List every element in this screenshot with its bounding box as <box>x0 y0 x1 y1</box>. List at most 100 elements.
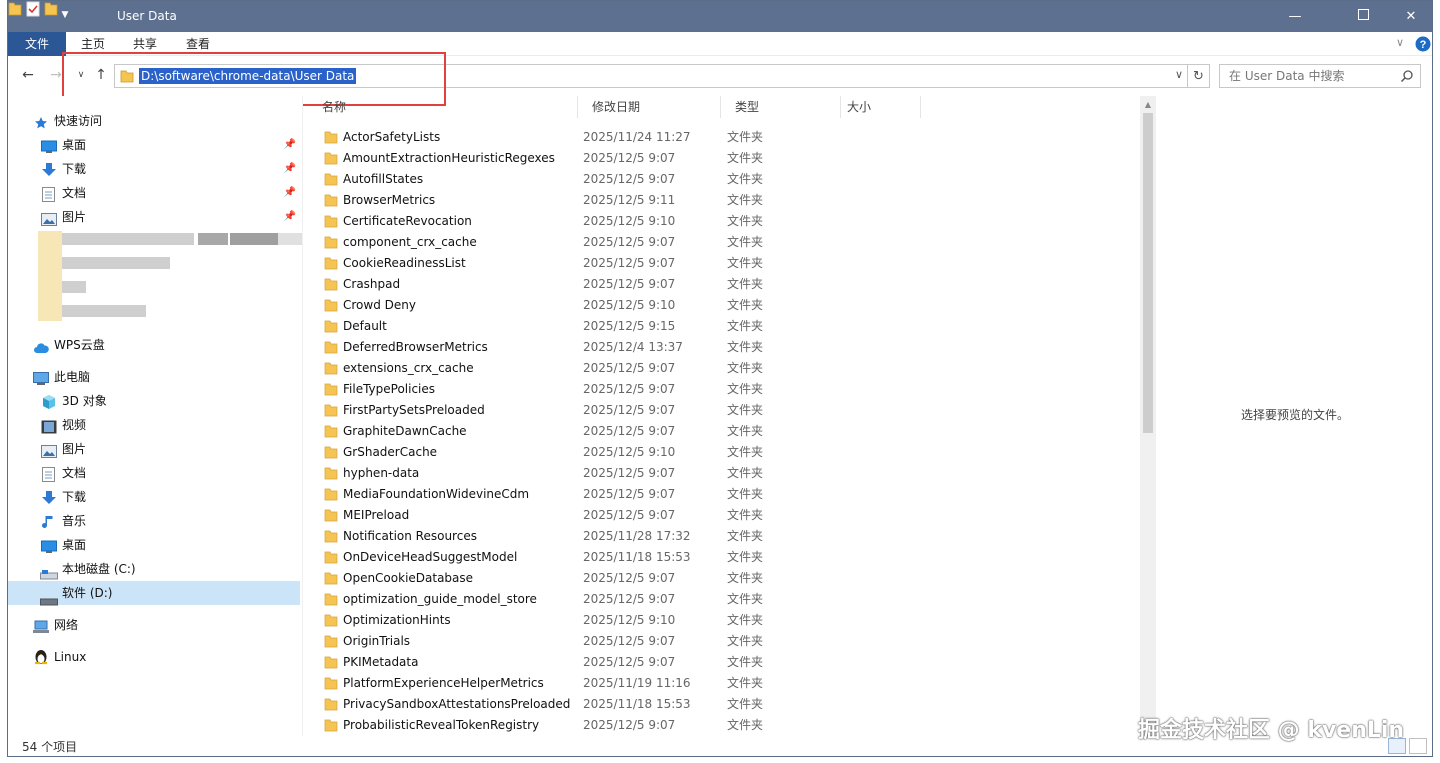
table-row[interactable]: OnDeviceHeadSuggestModel 2025/11/18 15:53… <box>308 547 1138 568</box>
pin-icon[interactable]: 📌 <box>284 157 296 181</box>
file-name[interactable]: DeferredBrowserMetrics <box>343 337 488 358</box>
file-name[interactable]: MediaFoundationWidevineCdm <box>343 484 529 505</box>
table-row[interactable]: DeferredBrowserMetrics 2025/12/4 13:37 文件夹 <box>308 337 1138 358</box>
file-name[interactable]: optimization_guide_model_store <box>343 589 537 610</box>
sidebar-item-drive-c[interactable]: 本地磁盘 (C:) <box>8 557 300 581</box>
sidebar-item-wps-cloud[interactable]: WPS云盘 <box>8 333 300 357</box>
table-row[interactable]: MediaFoundationWidevineCdm 2025/12/5 9:07… <box>308 484 1138 505</box>
table-row[interactable]: PlatformExperienceHelperMetrics 2025/11/1… <box>308 673 1138 694</box>
sidebar-item-drive-d[interactable]: 软件 (D:) <box>8 581 300 606</box>
table-row[interactable]: MEIPreload 2025/12/5 9:07 文件夹 <box>308 505 1138 526</box>
sidebar-item-pictures-pc[interactable]: 图片 <box>8 437 300 461</box>
tab-home[interactable]: 主页 <box>74 32 112 56</box>
file-name[interactable]: GraphiteDawnCache <box>343 421 467 442</box>
file-name[interactable]: CertificateRevocation <box>343 211 472 232</box>
table-row[interactable]: ProbabilisticRevealTokenRegistry 2025/12/… <box>308 715 1138 736</box>
file-name[interactable]: component_crx_cache <box>343 232 477 253</box>
table-row[interactable]: AutofillStates 2025/12/5 9:07 文件夹 <box>308 169 1138 190</box>
table-row[interactable]: OptimizationHints 2025/12/5 9:10 文件夹 <box>308 610 1138 631</box>
column-header-name[interactable]: 名称 <box>308 96 578 118</box>
table-row[interactable]: OpenCookieDatabase 2025/12/5 9:07 文件夹 <box>308 568 1138 589</box>
back-button[interactable]: ← <box>19 66 37 84</box>
file-name[interactable]: AmountExtractionHeuristicRegexes <box>343 148 555 169</box>
file-name[interactable]: PlatformExperienceHelperMetrics <box>343 673 544 694</box>
sidebar-item-downloads[interactable]: 下载 📌 <box>8 157 300 181</box>
file-name[interactable]: GrShaderCache <box>343 442 437 463</box>
sidebar-item-music[interactable]: 音乐 <box>8 509 300 533</box>
large-icons-view-icon[interactable] <box>1409 738 1427 754</box>
column-header-size[interactable]: 大小 <box>841 96 921 118</box>
file-name[interactable]: OptimizationHints <box>343 610 451 631</box>
sidebar-item-downloads-pc[interactable]: 下载 <box>8 485 300 509</box>
file-name[interactable]: AutofillStates <box>343 169 423 190</box>
file-name[interactable]: MEIPreload <box>343 505 409 526</box>
table-row[interactable]: extensions_crx_cache 2025/12/5 9:07 文件夹 <box>308 358 1138 379</box>
table-row[interactable]: Crashpad 2025/12/5 9:07 文件夹 <box>308 274 1138 295</box>
table-row[interactable]: FileTypePolicies 2025/12/5 9:07 文件夹 <box>308 379 1138 400</box>
refresh-button[interactable]: ↻ <box>1188 64 1210 88</box>
table-row[interactable]: component_crx_cache 2025/12/5 9:07 文件夹 <box>308 232 1138 253</box>
table-row[interactable]: GrShaderCache 2025/12/5 9:10 文件夹 <box>308 442 1138 463</box>
table-row[interactable]: Notification Resources 2025/11/28 17:32 文件… <box>308 526 1138 547</box>
table-row[interactable]: Default 2025/12/5 9:15 文件夹 <box>308 316 1138 337</box>
file-name[interactable]: ProbabilisticRevealTokenRegistry <box>343 715 539 736</box>
tab-file[interactable]: 文件 <box>8 32 66 56</box>
file-name[interactable]: hyphen-data <box>343 463 419 484</box>
file-name[interactable]: extensions_crx_cache <box>343 358 474 379</box>
sidebar-item-this-pc[interactable]: 此电脑 <box>8 365 300 389</box>
expand-ribbon-icon[interactable]: ∨ <box>1396 36 1404 49</box>
forward-button[interactable]: → <box>47 66 65 84</box>
file-name[interactable]: OpenCookieDatabase <box>343 568 473 589</box>
minimize-button[interactable]: — <box>1272 1 1318 32</box>
file-name[interactable]: Default <box>343 316 387 337</box>
address-bar[interactable]: D:\software\chrome-data\User Data ∨ <box>114 64 1188 88</box>
sidebar-item-network[interactable]: 网络 <box>8 613 300 637</box>
sidebar-item-3d-objects[interactable]: 3D 对象 <box>8 389 300 413</box>
file-name[interactable]: PKIMetadata <box>343 652 418 673</box>
pin-icon[interactable]: 📌 <box>284 181 296 205</box>
pin-icon[interactable]: 📌 <box>284 205 296 229</box>
sidebar-item-quick-access[interactable]: 快速访问 <box>8 109 300 133</box>
file-name[interactable]: PrivacySandboxAttestationsPreloaded <box>343 694 570 715</box>
properties-icon[interactable] <box>26 1 44 20</box>
column-header-type[interactable]: 类型 <box>721 96 841 118</box>
sidebar-item-pictures[interactable]: 图片 📌 <box>8 205 300 229</box>
tab-view[interactable]: 查看 <box>179 32 217 56</box>
scroll-up-icon[interactable]: ▲ <box>1140 96 1156 112</box>
file-name[interactable]: OnDeviceHeadSuggestModel <box>343 547 517 568</box>
file-name[interactable]: ActorSafetyLists <box>343 127 440 148</box>
close-button[interactable]: ✕ <box>1388 1 1432 32</box>
sidebar-item-documents[interactable]: 文档 📌 <box>8 181 300 205</box>
sidebar-item-desktop-pc[interactable]: 桌面 <box>8 533 300 557</box>
chevron-down-icon[interactable]: ∨ <box>1175 68 1183 81</box>
table-row[interactable]: PrivacySandboxAttestationsPreloaded 2025/… <box>308 694 1138 715</box>
sidebar-item-documents-pc[interactable]: 文档 <box>8 461 300 485</box>
table-row[interactable]: CertificateRevocation 2025/12/5 9:10 文件夹 <box>308 211 1138 232</box>
file-name[interactable]: CookieReadinessList <box>343 253 466 274</box>
table-row[interactable]: CookieReadinessList 2025/12/5 9:07 文件夹 <box>308 253 1138 274</box>
table-row[interactable]: BrowserMetrics 2025/12/5 9:11 文件夹 <box>308 190 1138 211</box>
tab-share[interactable]: 共享 <box>126 32 164 56</box>
sidebar-item-videos[interactable]: 视频 <box>8 413 300 437</box>
table-row[interactable]: ActorSafetyLists 2025/11/24 11:27 文件夹 <box>308 127 1138 148</box>
recent-locations-button[interactable]: ∨ <box>72 66 90 84</box>
table-row[interactable]: optimization_guide_model_store 2025/12/5 … <box>308 589 1138 610</box>
table-row[interactable]: hyphen-data 2025/12/5 9:07 文件夹 <box>308 463 1138 484</box>
table-row[interactable]: PKIMetadata 2025/12/5 9:07 文件夹 <box>308 652 1138 673</box>
table-row[interactable]: FirstPartySetsPreloaded 2025/12/5 9:07 文件夹 <box>308 400 1138 421</box>
file-name[interactable]: Notification Resources <box>343 526 477 547</box>
table-row[interactable]: OriginTrials 2025/12/5 9:07 文件夹 <box>308 631 1138 652</box>
up-button[interactable]: ↑ <box>92 66 110 84</box>
new-folder-icon[interactable] <box>44 2 62 20</box>
file-name[interactable]: Crashpad <box>343 274 400 295</box>
table-row[interactable]: Crowd Deny 2025/12/5 9:10 文件夹 <box>308 295 1138 316</box>
pane-splitter[interactable] <box>302 96 303 736</box>
vertical-scrollbar[interactable]: ▲ <box>1140 96 1156 736</box>
sidebar-item-linux[interactable]: Linux <box>8 645 300 669</box>
search-input[interactable]: 在 User Data 中搜索 <box>1219 64 1421 88</box>
file-name[interactable]: BrowserMetrics <box>343 190 435 211</box>
column-header-date[interactable]: 修改日期 <box>578 96 721 118</box>
sidebar-item-desktop[interactable]: 桌面 📌 <box>8 133 300 157</box>
table-row[interactable]: AmountExtractionHeuristicRegexes 2025/12/… <box>308 148 1138 169</box>
file-name[interactable]: FileTypePolicies <box>343 379 435 400</box>
